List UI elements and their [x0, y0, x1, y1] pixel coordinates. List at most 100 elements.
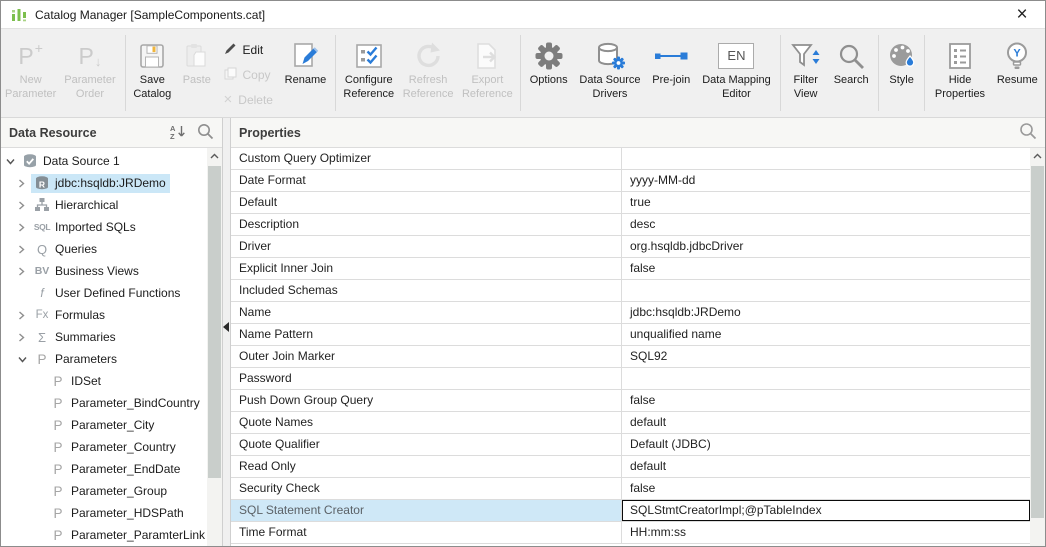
tree-item-user-defined-functions[interactable]: f User Defined Functions — [1, 282, 222, 304]
tree-item-data-source-1[interactable]: Data Source 1 — [1, 150, 222, 172]
hierarchy-icon — [32, 197, 52, 213]
new-parameter-button[interactable]: P + New Parameter — [3, 29, 58, 117]
edit-copy-delete-group: Edit Copy × Delete — [218, 29, 279, 117]
tree-item-imported-sqls[interactable]: SQL Imported SQLs — [1, 216, 222, 238]
hide-properties-button[interactable]: Hide Properties — [928, 29, 991, 117]
properties-title: Properties — [239, 125, 301, 140]
tree-item-parameters[interactable]: P Parameters — [1, 348, 222, 370]
properties-scrollbar[interactable] — [1030, 148, 1045, 546]
tree-search-icon[interactable] — [197, 123, 214, 143]
chevron-right-icon[interactable] — [18, 332, 31, 342]
property-row: Name jdbc:hsqldb:JRDemo — [231, 302, 1045, 324]
toolbar: P + New Parameter P ↓ Parameter Order Save… — [1, 28, 1045, 118]
chevron-down-icon[interactable] — [18, 356, 31, 363]
catalog-manager-window: Catalog Manager [SampleComponents.cat] ×… — [0, 0, 1046, 547]
properties-table: Custom Query Optimizer Date Format yyyy-M… — [231, 148, 1045, 546]
property-row: Explicit Inner Join false — [231, 258, 1045, 280]
export-reference-button[interactable]: Export Reference — [458, 29, 517, 117]
style-button[interactable]: Style — [882, 29, 922, 117]
parameter-icon: P — [53, 395, 63, 411]
property-row: Password — [231, 368, 1045, 390]
properties-search-icon[interactable] — [1019, 122, 1037, 143]
chevron-right-icon[interactable] — [18, 200, 31, 210]
scrollbar-thumb[interactable] — [208, 166, 221, 478]
resume-button[interactable]: Y Resume — [992, 29, 1043, 117]
tree-item-parameter-group[interactable]: P Parameter_Group — [1, 480, 222, 502]
refresh-reference-button[interactable]: Refresh Reference — [398, 29, 457, 117]
property-row: Read Only default — [231, 456, 1045, 478]
new-parameter-icon: P + — [18, 40, 43, 69]
chevron-right-icon[interactable] — [18, 244, 31, 254]
paste-button[interactable]: Paste — [176, 29, 218, 117]
delete-x-icon: × — [223, 91, 233, 108]
tree-item-parameter-city[interactable]: P Parameter_City — [1, 414, 222, 436]
en-box-icon: EN — [718, 38, 755, 74]
pre-join-button[interactable]: Pre-join — [647, 29, 696, 117]
tree-item-formulas[interactable]: Fx Formulas — [1, 304, 222, 326]
parameter-icon: P — [53, 505, 63, 521]
main-area: Data Resource A Z Data Source 1 R jdbc:h… — [1, 118, 1045, 546]
parameter-icon: P — [53, 439, 63, 455]
delete-button[interactable]: × Delete — [218, 87, 279, 112]
search-button[interactable]: Search — [827, 29, 874, 117]
sql-icon: SQL — [33, 222, 51, 232]
property-row: Driver org.hsqldb.jdbcDriver — [231, 236, 1045, 258]
scrollbar-thumb[interactable] — [1031, 166, 1044, 518]
parameter-icon: P — [53, 373, 63, 389]
tree-item-parameter-country[interactable]: P Parameter_Country — [1, 436, 222, 458]
tree-item-parameter-bindcountry[interactable]: P Parameter_BindCountry — [1, 392, 222, 414]
gear-icon — [534, 38, 564, 74]
chevron-right-icon[interactable] — [18, 266, 31, 276]
window-title: Catalog Manager [SampleComponents.cat] — [35, 7, 266, 22]
refresh-icon — [413, 38, 443, 74]
rename-icon — [290, 38, 320, 74]
chevron-down-icon[interactable] — [6, 158, 19, 165]
panel-splitter[interactable] — [223, 118, 230, 546]
data-resource-title: Data Resource — [9, 125, 97, 140]
filter-view-button[interactable]: Filter View — [784, 29, 827, 117]
filter-funnel-icon — [790, 38, 821, 74]
palette-icon — [887, 38, 917, 74]
tree-item-queries[interactable]: Q Queries — [1, 238, 222, 260]
copy-button[interactable]: Copy — [218, 62, 279, 87]
save-catalog-button[interactable]: Save Catalog — [129, 29, 176, 117]
parameter-order-button[interactable]: P ↓ Parameter Order — [58, 29, 121, 117]
data-mapping-editor-button[interactable]: EN Data Mapping Editor — [696, 29, 777, 117]
chevron-right-icon[interactable] — [18, 222, 31, 232]
edit-button[interactable]: Edit — [218, 37, 279, 62]
property-row: Push Down Group Query false — [231, 390, 1045, 412]
tree-item-summaries[interactable]: Σ Summaries — [1, 326, 222, 348]
properties-header: Properties — [231, 118, 1045, 148]
scroll-up-arrow[interactable] — [1030, 148, 1045, 164]
bulb-y-icon: Y — [1002, 38, 1032, 74]
property-row: Date Format yyyy-MM-dd — [231, 170, 1045, 192]
property-row: Description desc — [231, 214, 1045, 236]
close-button[interactable]: × — [999, 1, 1045, 28]
chevron-right-icon[interactable] — [18, 310, 31, 320]
tree-item-hierarchical[interactable]: Hierarchical — [1, 194, 222, 216]
tree-scrollbar[interactable] — [207, 148, 222, 546]
database-check-icon — [20, 153, 40, 169]
parameter-order-icon: P ↓ — [78, 42, 102, 69]
sort-az-icon[interactable]: A Z — [169, 123, 187, 143]
tree-item-business-views[interactable]: BV Business Views — [1, 260, 222, 282]
tree-item-parameter-enddate[interactable]: P Parameter_EndDate — [1, 458, 222, 480]
property-value-editor[interactable]: SQLStmtCreatorImpl;@pTableIndex — [622, 500, 1030, 521]
options-button[interactable]: Options — [524, 29, 573, 117]
tree-item-parameter-paramterlink[interactable]: P Parameter_ParamterLink — [1, 524, 222, 546]
paste-icon — [183, 38, 211, 74]
data-source-drivers-button[interactable]: Data Source Drivers — [573, 29, 646, 117]
property-row: Quote Names default — [231, 412, 1045, 434]
tree-item-idset[interactable]: P IDSet — [1, 370, 222, 392]
tree-item-parameter-hdspath[interactable]: P Parameter_HDSPath — [1, 502, 222, 524]
chevron-right-icon[interactable] — [18, 178, 31, 188]
function-icon: f — [40, 286, 44, 300]
property-row: Quote Qualifier Default (JDBC) — [231, 434, 1045, 456]
collapse-left-icon[interactable] — [223, 322, 229, 332]
rename-button[interactable]: Rename — [279, 29, 332, 117]
query-icon: Q — [36, 241, 48, 257]
scroll-up-arrow[interactable] — [207, 148, 222, 164]
property-row: Included Schemas — [231, 280, 1045, 302]
configure-reference-button[interactable]: Configure Reference — [339, 29, 398, 117]
tree-item-jdbc-hsqldb-jrdemo[interactable]: R jdbc:hsqldb:JRDemo — [1, 172, 222, 194]
